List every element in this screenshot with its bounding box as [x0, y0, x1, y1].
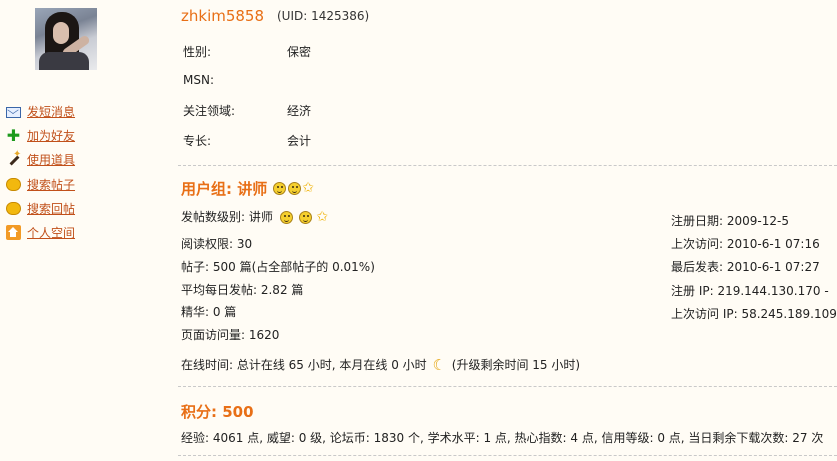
- post-level-text: 发帖数级别: 讲师: [181, 210, 273, 224]
- upgrade-remaining: (升级剩余时间 15 小时): [451, 358, 581, 372]
- expertise-value: 会计: [287, 134, 312, 148]
- action-send-message[interactable]: 发短消息: [6, 99, 75, 123]
- username: zhkim5858: [181, 7, 265, 25]
- user-id: (UID: 1425386): [277, 9, 370, 23]
- mail-icon: [6, 106, 21, 118]
- home-icon: [6, 225, 21, 241]
- online-time-text: 在线时间: 总计在线 65 小时, 本月在线 0 小时: [181, 358, 427, 372]
- magic-wand-icon: [6, 149, 21, 167]
- daily-average-posts: 平均每日发帖: 2.82 篇: [181, 283, 304, 297]
- search-posts-link[interactable]: 搜索帖子: [27, 176, 75, 193]
- action-personal-space[interactable]: 个人空间: [6, 220, 75, 244]
- profile-actions: 发短消息 ✚ 加为好友 使用道具 搜索帖子 搜索回帖 个人空间: [6, 99, 75, 245]
- action-search-posts[interactable]: 搜索帖子: [6, 172, 75, 196]
- star-icon: ✩: [302, 180, 314, 196]
- points-heading: 积分: 500: [181, 403, 254, 421]
- moon-icon: ☾: [432, 356, 446, 374]
- chat-bubble-icon: [6, 201, 21, 215]
- smiley-icon: [288, 182, 302, 195]
- user-group-title: 用户组: 讲师: [181, 180, 268, 198]
- add-friend-link[interactable]: 加为好友: [27, 127, 75, 144]
- gender-value: 保密: [287, 45, 312, 59]
- register-date: 注册日期: 2009-12-5: [671, 214, 789, 228]
- send-message-link[interactable]: 发短消息: [27, 103, 75, 120]
- read-permission: 阅读权限: 30: [181, 237, 253, 251]
- page-views: 页面访问量: 1620: [181, 328, 280, 342]
- smiley-icon: [273, 182, 287, 195]
- action-use-item[interactable]: 使用道具: [6, 148, 75, 172]
- gender-label: 性别:: [183, 45, 212, 59]
- interest-label: 关注领域:: [183, 104, 236, 118]
- smiley-icon: [279, 211, 293, 224]
- digest-count: 精华: 0 篇: [181, 305, 237, 319]
- chat-bubble-icon: [6, 177, 21, 191]
- avatar-shirt: [39, 52, 89, 70]
- user-group-heading: 用户组: 讲师 ✩: [181, 178, 314, 199]
- action-search-replies[interactable]: 搜索回帖: [6, 196, 75, 220]
- divider: [178, 165, 837, 166]
- interest-value: 经济: [287, 104, 312, 118]
- online-time: 在线时间: 总计在线 65 小时, 本月在线 0 小时 ☾ (升级剩余时间 15…: [181, 356, 580, 374]
- add-friend-icon: ✚: [6, 125, 21, 145]
- last-visit: 上次访问: 2010-6-1 07:16: [671, 237, 820, 251]
- points-detail: 经验: 4061 点, 威望: 0 级, 论坛币: 1830 个, 学术水平: …: [181, 431, 824, 445]
- search-replies-link[interactable]: 搜索回帖: [27, 200, 75, 217]
- post-level: 发帖数级别: 讲师 ✩: [181, 208, 328, 225]
- personal-space-link[interactable]: 个人空间: [27, 224, 75, 241]
- post-count: 帖子: 500 篇(占全部帖子的 0.01%): [181, 260, 375, 274]
- register-ip: 注册 IP: 219.144.130.170 -: [671, 284, 829, 298]
- use-item-link[interactable]: 使用道具: [27, 151, 75, 168]
- star-icon: ✩: [316, 209, 329, 225]
- action-add-friend[interactable]: ✚ 加为好友: [6, 123, 75, 147]
- avatar-face: [53, 22, 69, 44]
- divider: [178, 386, 837, 387]
- divider: [178, 455, 837, 456]
- last-post: 最后发表: 2010-6-1 07:27: [671, 260, 820, 274]
- user-avatar: [35, 8, 97, 70]
- msn-label: MSN:: [183, 73, 214, 87]
- expertise-label: 专长:: [183, 134, 212, 148]
- last-visit-ip: 上次访问 IP: 58.245.189.109 -: [671, 307, 837, 321]
- smiley-icon: [298, 211, 312, 224]
